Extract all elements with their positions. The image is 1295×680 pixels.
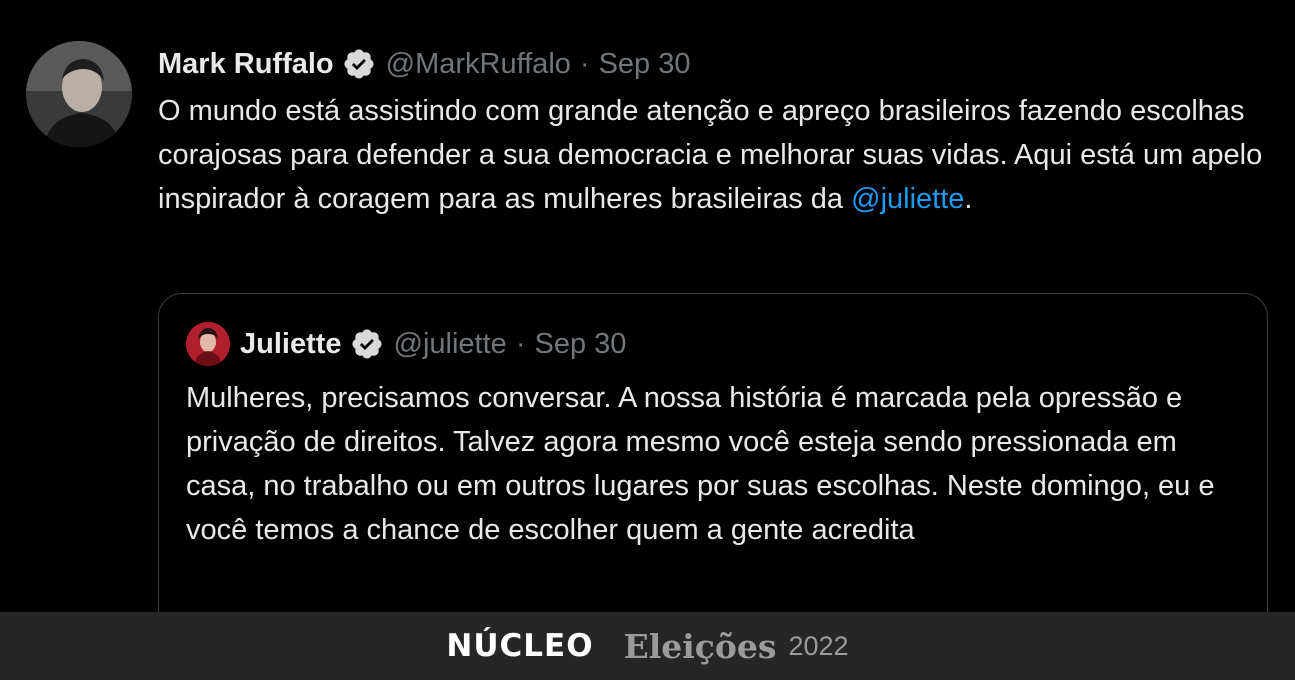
quoted-tweet-header: Juliette @juliette · Sep 30 (186, 322, 626, 366)
brand-logo: NÚCLEO (446, 628, 594, 664)
verified-badge-icon (350, 327, 384, 361)
quoted-tweet[interactable]: Juliette @juliette · Sep 30 Mulheres, pr… (158, 293, 1268, 612)
quoted-author-handle[interactable]: @juliette (394, 328, 507, 361)
author-name[interactable]: Mark Ruffalo (158, 48, 334, 81)
portrait-photo (26, 41, 132, 147)
portrait-photo (186, 322, 230, 366)
mention-link[interactable]: @juliette (851, 183, 964, 215)
verified-badge-icon (342, 47, 376, 81)
author-avatar[interactable] (26, 41, 132, 147)
quoted-header-separator: · (515, 327, 526, 360)
quoted-tweet-text: Mulheres, precisamos conversar. A nossa … (186, 382, 1215, 546)
tweet-text-body: O mundo está assistindo com grande atenç… (158, 95, 1263, 215)
tweet-text: O mundo está assistindo com grande atenç… (158, 89, 1273, 221)
section-title: Eleições (623, 626, 777, 666)
quoted-author-name[interactable]: Juliette (240, 328, 342, 361)
quoted-tweet-date[interactable]: Sep 30 (534, 328, 626, 361)
quoted-author-avatar[interactable] (186, 322, 230, 366)
header-separator: · (579, 47, 590, 80)
tweet-text-end: . (964, 183, 973, 215)
author-handle[interactable]: @MarkRuffalo (386, 48, 571, 81)
tweet-date[interactable]: Sep 30 (599, 48, 691, 81)
tweet[interactable]: Mark Ruffalo @MarkRuffalo · Sep 30 O mun… (0, 0, 1295, 612)
footer-banner: NÚCLEO Eleições 2022 (0, 612, 1295, 680)
section-year: 2022 (788, 630, 849, 661)
tweet-header: Mark Ruffalo @MarkRuffalo · Sep 30 (158, 44, 690, 84)
